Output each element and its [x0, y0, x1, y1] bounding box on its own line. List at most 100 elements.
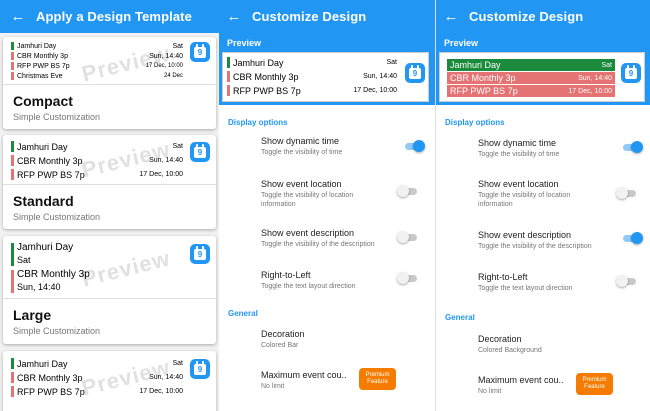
preview-section: Preview Jamhuri Day Sat CBR Monthly 3p S…	[436, 33, 650, 105]
list-item: RFP PWP BS 7p 17 Dec, 10:00	[447, 85, 615, 97]
list-item: CBR Monthly 3p Sun, 14:40	[227, 70, 397, 83]
template-card-compact[interactable]: Preview Jamhuri Day Sat CBR Monthly 3p S…	[3, 37, 216, 129]
color-bar	[11, 52, 14, 60]
event-time: Sun, 14:40	[363, 73, 397, 80]
list-item: CBR Monthly 3p Sun, 14:40	[11, 269, 121, 294]
event-title: CBR Monthly 3p	[17, 269, 90, 280]
app-bar: ← Customize Design	[219, 0, 435, 33]
color-bar	[227, 85, 230, 96]
option-max-events[interactable]: Maximum event cou.. No limit	[261, 370, 361, 391]
section-header-display: Display options	[228, 118, 288, 127]
template-subtitle: Simple Customization	[13, 112, 101, 122]
template-name: Standard	[13, 193, 74, 209]
color-bar	[11, 358, 14, 369]
event-time: Sat	[17, 255, 31, 265]
template-card-large[interactable]: Preview Jamhuri Day Sat CBR Monthly 3p S…	[3, 236, 216, 344]
arrow-left-icon[interactable]: ←	[219, 0, 249, 33]
list-item: CBR Monthly 3p Sun, 14:40	[11, 51, 183, 61]
customize-design-screen-2: ← Customize Design Preview Jamhuri Day S…	[435, 0, 650, 411]
template-card-standard[interactable]: Preview Jamhuri Day Sat CBR Monthly 3p S…	[3, 135, 216, 229]
event-time: Sat	[172, 360, 183, 367]
toggle-event-description[interactable]	[621, 232, 643, 244]
event-title: CBR Monthly 3p	[17, 52, 68, 60]
premium-feature-badge[interactable]: Premium Feature	[576, 373, 613, 395]
event-time: Sun, 14:40	[149, 157, 183, 164]
option-title: Show event location	[478, 179, 559, 189]
calendar-icon: 9	[405, 63, 425, 83]
event-title: Jamhuri Day	[233, 57, 284, 68]
color-bar	[11, 372, 14, 383]
toggle-right-to-left[interactable]	[616, 275, 638, 287]
event-time: Sun, 14:40	[17, 282, 61, 292]
option-title: Decoration	[478, 334, 522, 344]
option-title: Maximum event cou..	[478, 375, 564, 385]
toggle-right-to-left[interactable]	[397, 272, 419, 284]
option-max-events[interactable]: Maximum event cou.. No limit	[478, 375, 578, 396]
event-time: Sun, 14:40	[149, 374, 183, 381]
toggle-event-description[interactable]	[397, 231, 419, 243]
template-preview: Preview Jamhuri Day Sat CBR Monthly 3p S…	[3, 135, 216, 185]
option-value: No limit	[478, 388, 502, 395]
toggle-event-location[interactable]	[397, 185, 419, 197]
event-time: 17 Dec, 10:00	[145, 63, 183, 69]
option-decoration[interactable]: Decoration Colored Background	[478, 334, 648, 355]
toggle-event-location[interactable]	[616, 187, 638, 199]
section-header-display: Display options	[445, 118, 505, 127]
arrow-left-icon[interactable]: ←	[436, 0, 466, 33]
event-time: 17 Dec, 10:00	[353, 87, 397, 94]
option-title: Decoration	[261, 329, 305, 339]
template-info: Compact Simple Customization	[3, 85, 216, 129]
color-bar	[11, 155, 14, 166]
option-event-location[interactable]: Show event location Toggle the visibilit…	[478, 179, 598, 209]
option-value: No limit	[261, 383, 285, 390]
list-item: RFP PWP BS 7p 17 Dec, 10:00	[227, 84, 397, 97]
event-title: Jamhuri Day	[17, 42, 57, 50]
event-time: 24 Dec	[163, 73, 183, 79]
calendar-icon: 9	[190, 244, 210, 264]
event-title: Christmas Eve	[17, 72, 63, 80]
list-item: RFP PWP BS 7p 17 Dec, 10:00	[11, 385, 183, 398]
template-card[interactable]: Preview Jamhuri Day Sat CBR Monthly 3p S…	[3, 351, 216, 411]
color-bar	[227, 57, 230, 68]
list-item: CBR Monthly 3p Sun, 14:40	[11, 371, 183, 384]
option-event-location[interactable]: Show event location Toggle the visibilit…	[261, 179, 381, 209]
color-bar	[227, 71, 230, 82]
event-title: CBR Monthly 3p	[17, 155, 83, 166]
event-time: 17 Dec, 10:00	[139, 171, 183, 178]
color-bar	[11, 243, 14, 266]
event-time: 17 Dec, 10:00	[139, 388, 183, 395]
arrow-left-icon[interactable]: ←	[0, 0, 36, 33]
template-preview: Preview Jamhuri Day Sat CBR Monthly 3p S…	[3, 236, 216, 299]
option-decoration[interactable]: Decoration Colored Bar	[261, 329, 431, 350]
event-title: Jamhuri Day	[17, 141, 68, 152]
list-item: Jamhuri Day Sat	[11, 41, 183, 51]
preview-label: Preview	[444, 38, 479, 48]
toggle-dynamic-time[interactable]	[403, 140, 425, 152]
page-title: Customize Design	[252, 9, 367, 24]
template-subtitle: Simple Customization	[13, 326, 101, 336]
template-name: Large	[13, 307, 52, 323]
event-time: Sat	[172, 42, 183, 50]
event-title: CBR Monthly 3p	[233, 71, 299, 82]
list-item: RFP PWP BS 7p 17 Dec, 10:00	[11, 61, 183, 71]
list-item: Christmas Eve 24 Dec	[11, 71, 183, 81]
event-time: Sat	[601, 61, 612, 69]
color-bar	[11, 72, 14, 80]
event-title: CBR Monthly 3p	[450, 73, 516, 83]
calendar-icon: 9	[190, 359, 210, 379]
event-title: RFP PWP BS 7p	[17, 386, 85, 397]
list-item: Jamhuri Day Sat	[227, 56, 397, 69]
preview-label: Preview	[227, 38, 262, 48]
event-time: 17 Dec, 10:00	[568, 87, 612, 95]
event-time: Sun, 14:40	[578, 74, 612, 82]
app-bar: ← Apply a Design Template	[0, 0, 219, 33]
event-title: RFP PWP BS 7p	[233, 85, 301, 96]
list-item: RFP PWP BS 7p 17 Dec, 10:00	[11, 168, 183, 181]
toggle-dynamic-time[interactable]	[621, 141, 643, 153]
color-bar	[11, 169, 14, 180]
color-bar	[11, 42, 14, 50]
option-title: Show event location	[261, 179, 342, 189]
premium-feature-badge[interactable]: Premium Feature	[359, 368, 396, 390]
option-title: Maximum event cou..	[261, 370, 347, 380]
section-header-general: General	[445, 313, 475, 322]
